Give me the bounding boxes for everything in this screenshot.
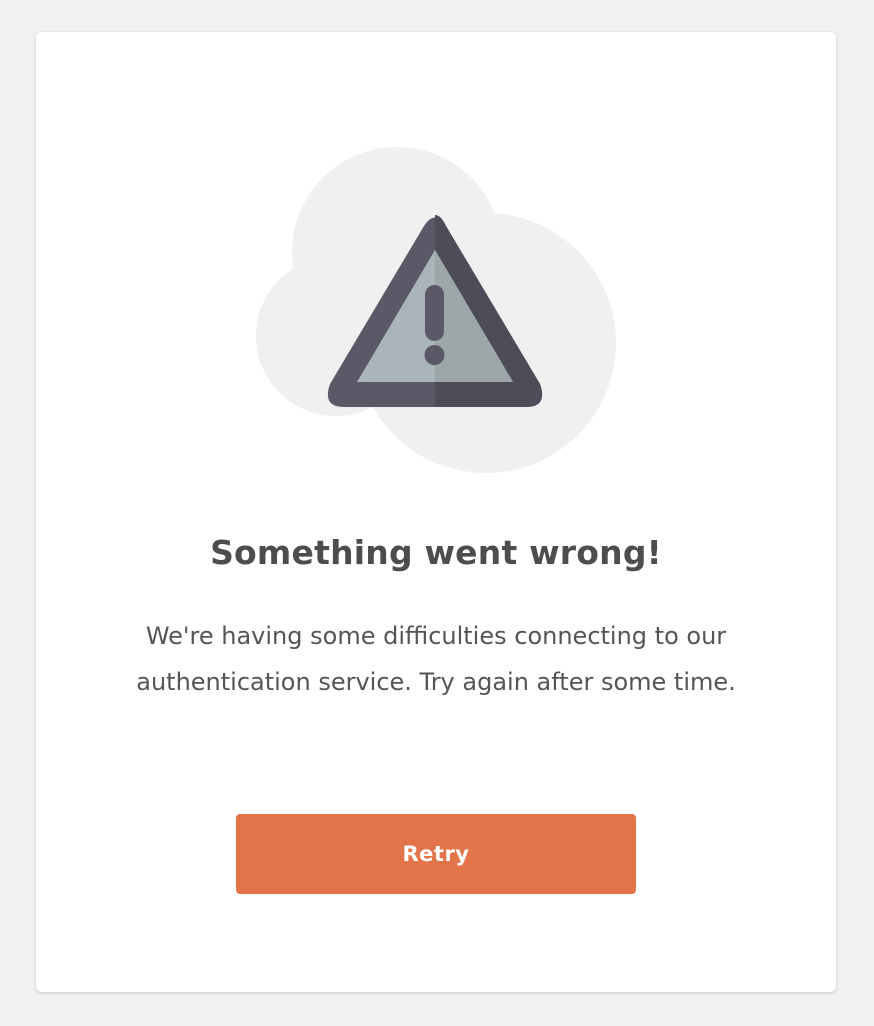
retry-button[interactable]: Retry [236, 814, 636, 894]
error-title: Something went wrong! [210, 533, 662, 572]
error-message: We're having some difficulties connectin… [136, 622, 736, 696]
error-illustration [256, 147, 616, 473]
